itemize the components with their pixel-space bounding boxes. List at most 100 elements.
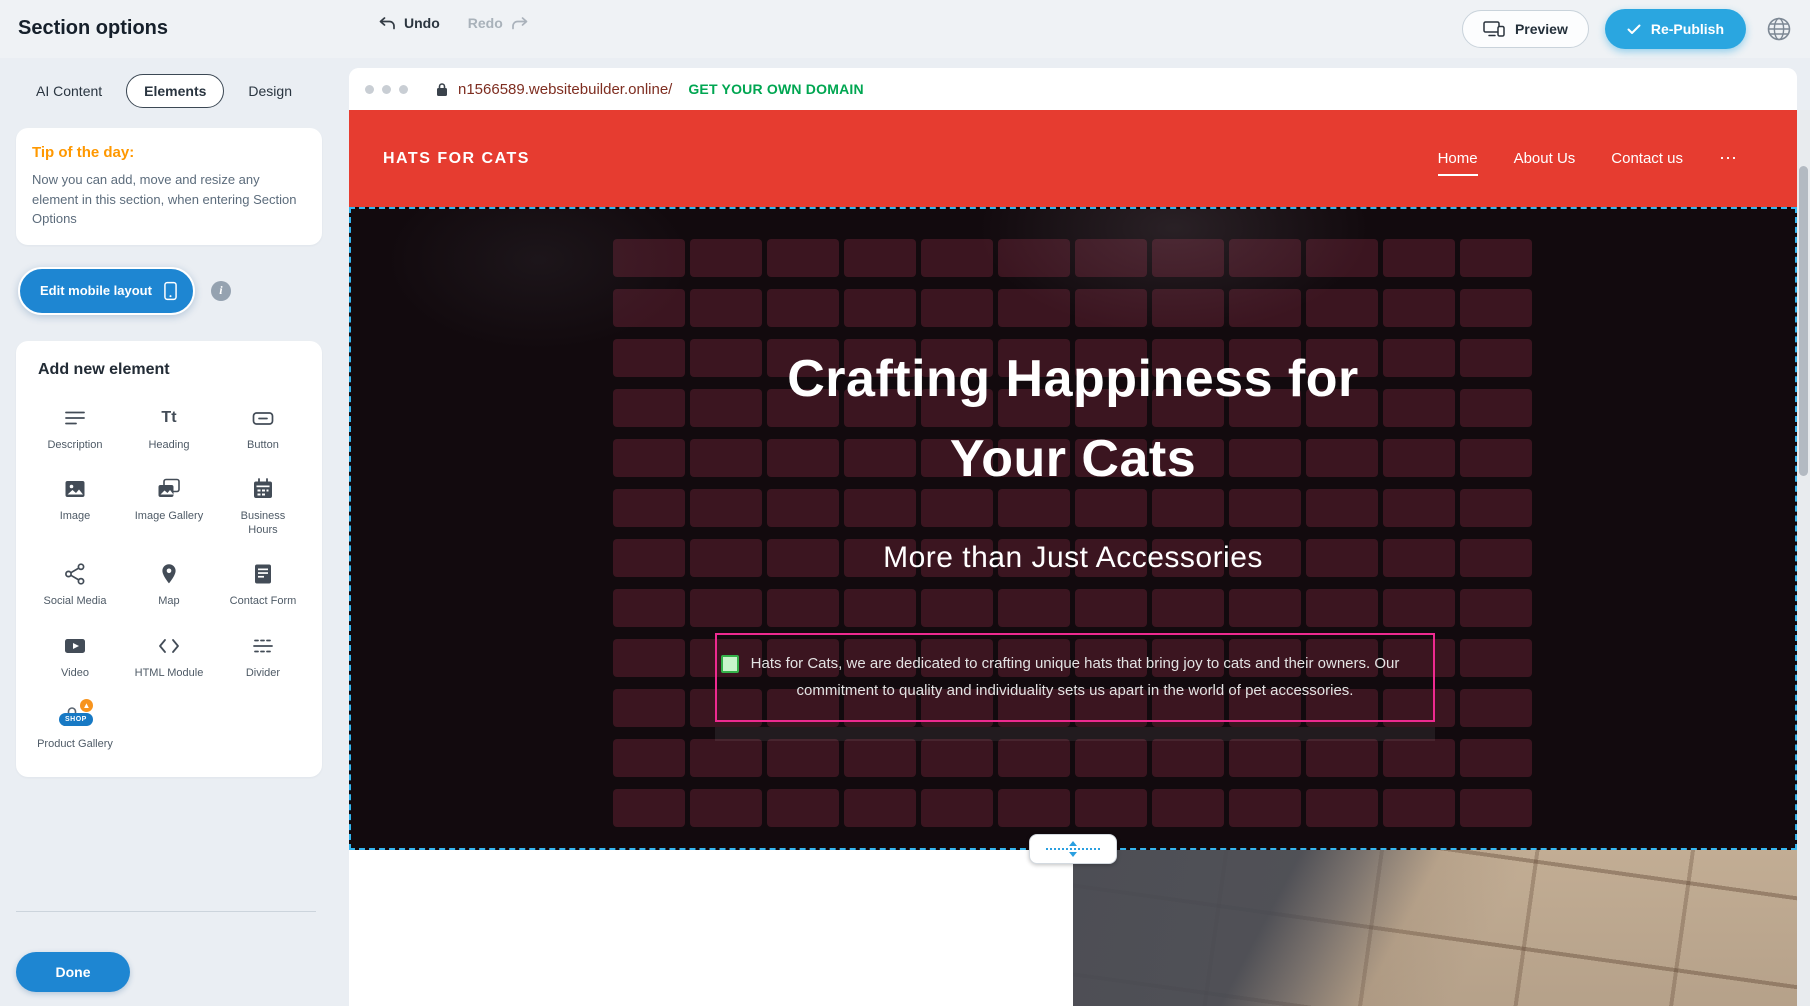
next-section-image bbox=[1073, 850, 1797, 1006]
social-media-icon bbox=[63, 561, 87, 587]
hero-tile bbox=[998, 289, 1070, 327]
hero-tile bbox=[1229, 589, 1301, 627]
language-globe-button[interactable] bbox=[1762, 12, 1796, 46]
nav-home[interactable]: Home bbox=[1438, 150, 1478, 167]
scrollbar-thumb[interactable] bbox=[1799, 166, 1808, 476]
element-divider[interactable]: Divider bbox=[216, 621, 310, 692]
add-element-panel: Add new element Description Tt Heading B… bbox=[16, 341, 322, 778]
tab-elements[interactable]: Elements bbox=[126, 74, 224, 108]
next-section[interactable] bbox=[349, 850, 1797, 1006]
heading-icon: Tt bbox=[161, 405, 176, 431]
hero-tile bbox=[767, 239, 839, 277]
hero-tile bbox=[998, 589, 1070, 627]
done-button[interactable]: Done bbox=[16, 952, 130, 992]
hero-tile bbox=[767, 789, 839, 827]
window-dot bbox=[365, 85, 374, 94]
hero-tile bbox=[690, 389, 762, 427]
hero-tile bbox=[1383, 439, 1455, 477]
hero-tile bbox=[1229, 789, 1301, 827]
site-canvas: HATS FOR CATS Home About Us Contact us ⋯… bbox=[349, 110, 1797, 1006]
hero-tile bbox=[1460, 639, 1532, 677]
hero-tile bbox=[1460, 489, 1532, 527]
hero-tile bbox=[1075, 289, 1147, 327]
hero-tile bbox=[1460, 389, 1532, 427]
element-social-media[interactable]: Social Media bbox=[28, 549, 122, 620]
element-description[interactable]: Description bbox=[28, 393, 122, 464]
element-image-gallery[interactable]: Image Gallery bbox=[122, 464, 216, 550]
edit-mobile-layout-button[interactable]: Edit mobile layout bbox=[18, 267, 195, 315]
get-domain-link[interactable]: GET YOUR OWN DOMAIN bbox=[688, 81, 863, 97]
element-product-gallery[interactable]: SHOP ▲ Product Gallery bbox=[28, 692, 122, 763]
add-element-title: Add new element bbox=[38, 361, 310, 379]
drag-handle[interactable] bbox=[721, 655, 739, 673]
tab-ai-content[interactable]: AI Content bbox=[18, 74, 120, 108]
element-html-module[interactable]: HTML Module bbox=[122, 621, 216, 692]
hero-tile bbox=[844, 739, 916, 777]
undo-button[interactable]: Undo bbox=[378, 15, 440, 31]
preview-button[interactable]: Preview bbox=[1462, 10, 1589, 48]
undo-icon bbox=[378, 16, 396, 31]
edit-mobile-label: Edit mobile layout bbox=[40, 283, 152, 298]
site-preview-frame: n1566589.websitebuilder.online/ GET YOUR… bbox=[349, 68, 1797, 1006]
hero-tile bbox=[1306, 589, 1378, 627]
hero-tile bbox=[690, 339, 762, 377]
tab-design[interactable]: Design bbox=[230, 74, 310, 108]
element-video[interactable]: Video bbox=[28, 621, 122, 692]
product-gallery-icon: SHOP ▲ bbox=[55, 704, 95, 730]
hero-heading[interactable]: Crafting Happiness for Your Cats bbox=[763, 339, 1383, 499]
element-map[interactable]: Map bbox=[122, 549, 216, 620]
hero-tile bbox=[613, 589, 685, 627]
hero-tile bbox=[613, 739, 685, 777]
site-header[interactable]: HATS FOR CATS Home About Us Contact us ⋯ bbox=[349, 110, 1797, 207]
info-icon[interactable]: i bbox=[211, 281, 231, 301]
site-url[interactable]: n1566589.websitebuilder.online/ bbox=[458, 81, 672, 98]
hero-tile bbox=[1383, 389, 1455, 427]
hero-tile bbox=[613, 439, 685, 477]
hero-tile bbox=[1075, 239, 1147, 277]
business-hours-icon bbox=[251, 476, 275, 502]
tip-title: Tip of the day: bbox=[32, 144, 306, 161]
hero-tile bbox=[1229, 289, 1301, 327]
hero-subheading[interactable]: More than Just Accessories bbox=[351, 541, 1795, 575]
hero-tile bbox=[1229, 239, 1301, 277]
element-hover-highlight bbox=[715, 727, 1435, 741]
hero-tile bbox=[844, 789, 916, 827]
arrow-down-icon bbox=[1069, 852, 1077, 857]
tip-body: Now you can add, move and resize any ele… bbox=[32, 170, 306, 229]
hero-tile bbox=[690, 789, 762, 827]
next-section-text-area bbox=[349, 850, 1073, 1006]
hero-tile bbox=[1075, 739, 1147, 777]
site-logo[interactable]: HATS FOR CATS bbox=[383, 150, 530, 168]
video-icon bbox=[63, 633, 87, 659]
hero-tile bbox=[767, 289, 839, 327]
hero-tile bbox=[1152, 789, 1224, 827]
hero-tile bbox=[1306, 289, 1378, 327]
hero-paragraph[interactable]: Hats for Cats, we are dedicated to craft… bbox=[727, 651, 1423, 704]
hero-tile bbox=[1383, 339, 1455, 377]
republish-button[interactable]: Re-Publish bbox=[1605, 9, 1746, 49]
hero-tile bbox=[998, 789, 1070, 827]
nav-contact-us[interactable]: Contact us bbox=[1611, 150, 1683, 167]
window-controls bbox=[365, 85, 408, 94]
hero-tile bbox=[998, 239, 1070, 277]
hero-tile bbox=[1152, 239, 1224, 277]
lock-icon bbox=[436, 82, 448, 97]
element-image[interactable]: Image bbox=[28, 464, 122, 550]
edit-mobile-row: Edit mobile layout i bbox=[18, 267, 322, 315]
redo-button[interactable]: Redo bbox=[468, 15, 529, 31]
nav-more-icon[interactable]: ⋯ bbox=[1719, 148, 1737, 169]
image-gallery-icon bbox=[156, 476, 182, 502]
element-heading[interactable]: Tt Heading bbox=[122, 393, 216, 464]
vertical-scrollbar[interactable] bbox=[1797, 110, 1810, 1006]
element-button[interactable]: Button bbox=[216, 393, 310, 464]
nav-about-us[interactable]: About Us bbox=[1514, 150, 1576, 167]
hero-tile bbox=[690, 289, 762, 327]
undo-label: Undo bbox=[404, 15, 440, 31]
element-contact-form[interactable]: Contact Form bbox=[216, 549, 310, 620]
hero-tile bbox=[1152, 289, 1224, 327]
section-resize-handle[interactable] bbox=[1029, 834, 1117, 864]
upgrade-badge-icon: ▲ bbox=[80, 699, 93, 712]
selected-text-element[interactable]: Hats for Cats, we are dedicated to craft… bbox=[715, 633, 1435, 722]
hero-section-selected[interactable]: Crafting Happiness for Your Cats More th… bbox=[349, 207, 1797, 850]
element-business-hours[interactable]: Business Hours bbox=[216, 464, 310, 550]
